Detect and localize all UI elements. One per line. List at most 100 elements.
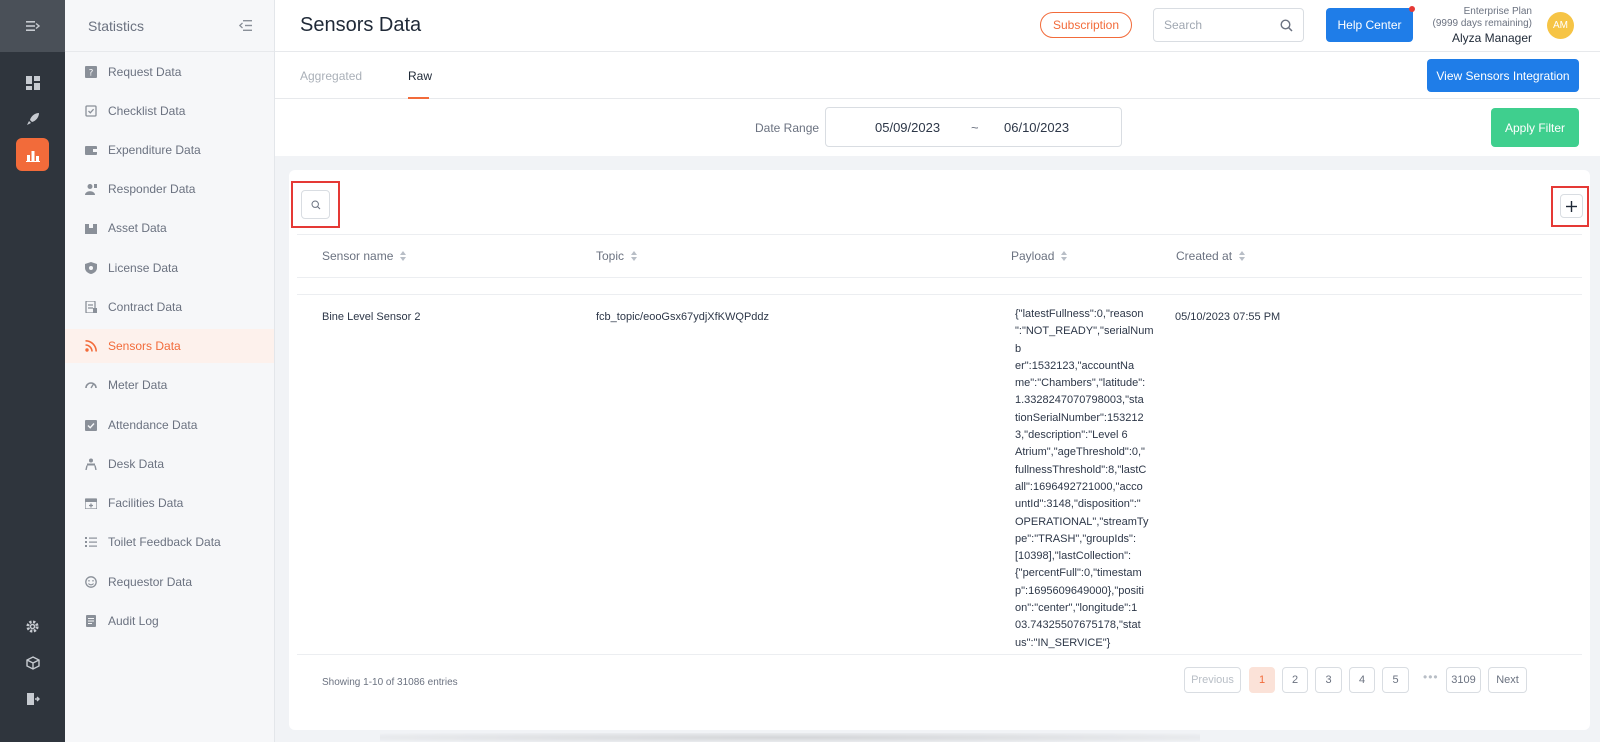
- payload-line: fullnessThreshold":8,"lastC: [1015, 463, 1147, 476]
- sidebar-item-label: Expenditure Data: [108, 143, 201, 157]
- payload-line: untId":3148,"disposition":": [1015, 498, 1141, 511]
- table-search-button[interactable]: [301, 190, 330, 219]
- sidebar-item-facilities-data[interactable]: Facilities Data: [65, 486, 274, 520]
- next-page-button[interactable]: Next: [1488, 667, 1527, 693]
- sidebar-item-contract-data[interactable]: Contract Data: [65, 290, 274, 324]
- add-button[interactable]: [1560, 194, 1583, 218]
- cell-sensor-name: Bine Level Sensor 2: [322, 311, 421, 323]
- column-header-sensor-name[interactable]: Sensor name: [322, 249, 407, 263]
- expand-menu-button[interactable]: [0, 0, 65, 52]
- previous-page-button[interactable]: Previous: [1184, 667, 1241, 693]
- sidebar-item-license-data[interactable]: License Data: [65, 251, 274, 285]
- sidebar-header: Statistics: [65, 0, 274, 52]
- help-center-button[interactable]: Help Center: [1326, 8, 1413, 42]
- checklist-icon: [85, 105, 97, 117]
- subscription-button[interactable]: Subscription: [1040, 12, 1132, 38]
- app-rail: [0, 0, 65, 742]
- sidebar-item-toilet-feedback-data[interactable]: Toilet Feedback Data: [65, 525, 274, 559]
- column-header-topic[interactable]: Topic: [596, 249, 638, 263]
- table-header: Sensor name Topic Payload Created at: [297, 234, 1582, 278]
- user-name: Alyza Manager: [1451, 31, 1532, 45]
- avatar[interactable]: AM: [1547, 12, 1574, 39]
- date-range-end[interactable]: 06/10/2023: [1004, 120, 1069, 135]
- sidebar-item-requestor-data[interactable]: Requestor Data: [65, 565, 274, 599]
- wallet-icon: [85, 144, 97, 156]
- page-button-last[interactable]: 3109: [1446, 667, 1481, 693]
- payload-line: on":"center","longitude":1: [1015, 602, 1138, 615]
- sidebar-item-expenditure-data[interactable]: Expenditure Data: [65, 133, 274, 167]
- rail-logout-button[interactable]: [16, 682, 49, 715]
- sidebar-item-label: Responder Data: [108, 182, 196, 196]
- calendar-icon: [85, 497, 97, 509]
- sidebar-item-asset-data[interactable]: Asset Data: [65, 211, 274, 245]
- column-header-payload[interactable]: Payload: [1011, 249, 1068, 263]
- collapse-sidebar-icon[interactable]: [239, 20, 252, 31]
- sidebar-item-label: Attendance Data: [108, 418, 198, 432]
- payload-line: 1.3328247070798003,"sta: [1015, 394, 1144, 407]
- plan-info: Enterprise Plan (9999 days remaining) Al…: [1420, 6, 1533, 46]
- plus-icon: [1566, 200, 1577, 212]
- payload-line: Atrium","ageThreshold":0,": [1015, 446, 1145, 459]
- svg-text:?: ?: [89, 69, 94, 79]
- search-input[interactable]: Search: [1153, 8, 1304, 42]
- sidebar-item-label: Audit Log: [108, 614, 159, 628]
- sidebar-item-label: Desk Data: [108, 457, 165, 471]
- payload-line: OPERATIONAL","streamTy: [1015, 515, 1149, 528]
- sidebar-item-responder-data[interactable]: Responder Data: [65, 172, 274, 206]
- page-button-4[interactable]: 4: [1349, 667, 1375, 693]
- sidebar-item-attendance-data[interactable]: Attendance Data: [65, 408, 274, 442]
- rail-dashboard-button[interactable]: [16, 66, 49, 99]
- tab-aggregated[interactable]: Aggregated: [300, 69, 362, 83]
- smile-icon: [85, 576, 97, 588]
- add-highlight: [1551, 186, 1589, 227]
- logout-icon: [26, 692, 40, 705]
- rss-icon: [85, 340, 97, 352]
- sidebar-title: Statistics: [88, 17, 145, 34]
- date-range-picker[interactable]: 05/09/2023 ~ 06/10/2023: [825, 107, 1122, 147]
- search-placeholder: Search: [1164, 18, 1203, 32]
- entries-count: Showing 1-10 of 31086 entries: [322, 677, 458, 688]
- rail-settings-button[interactable]: [16, 610, 49, 643]
- tab-bar: Aggregated Raw View Sensors Integration: [275, 52, 1600, 99]
- payload-line: {"percentFull":0,"timestam: [1015, 567, 1142, 580]
- sidebar-item-sensors-data[interactable]: Sensors Data: [65, 329, 274, 363]
- rocket-icon: [26, 112, 39, 125]
- view-sensors-integration-button[interactable]: View Sensors Integration: [1427, 59, 1579, 92]
- sidebar-item-desk-data[interactable]: Desk Data: [65, 447, 274, 481]
- shield-icon: [85, 262, 97, 274]
- row-divider: [297, 294, 1582, 295]
- pagination-ellipsis[interactable]: •••: [1423, 670, 1439, 684]
- page-button-5[interactable]: 5: [1382, 667, 1409, 693]
- page-button-1[interactable]: 1: [1249, 667, 1275, 693]
- sidebar-item-request-data[interactable]: ? Request Data: [65, 55, 274, 89]
- data-table-card: Sensor name Topic Payload Created at Bin…: [289, 170, 1590, 730]
- payload-line: p":1695609649000},"positi: [1015, 584, 1144, 597]
- sidebar-item-audit-log[interactable]: Audit Log: [65, 604, 274, 638]
- rail-statistics-button[interactable]: [16, 138, 49, 171]
- tab-raw[interactable]: Raw: [408, 69, 432, 83]
- question-square-icon: ?: [85, 66, 97, 78]
- page-button-2[interactable]: 2: [1282, 667, 1308, 693]
- menu-expand-icon: [25, 21, 40, 31]
- column-header-created-at[interactable]: Created at: [1176, 249, 1246, 263]
- payload-line: 3,"description":"Level 6: [1015, 429, 1128, 442]
- payload-line: pe":"TRASH","groupIds":: [1015, 532, 1137, 545]
- rail-package-button[interactable]: [16, 646, 49, 679]
- sidebar-item-label: Toilet Feedback Data: [108, 535, 221, 549]
- apply-filter-button[interactable]: Apply Filter: [1491, 108, 1579, 147]
- search-highlight: [291, 181, 340, 228]
- sidebar-item-checklist-data[interactable]: Checklist Data: [65, 94, 274, 128]
- audit-icon: [85, 615, 97, 627]
- plan-name: Enterprise Plan: [1463, 6, 1532, 17]
- rail-launch-button[interactable]: [16, 102, 49, 135]
- date-range-separator: ~: [971, 120, 979, 135]
- sidebar-item-label: Request Data: [108, 65, 182, 79]
- date-range-start[interactable]: 05/09/2023: [875, 120, 940, 135]
- sidebar-item-label: Sensors Data: [108, 339, 181, 353]
- list-icon: [85, 536, 97, 548]
- sidebar-item-meter-data[interactable]: Meter Data: [65, 368, 274, 402]
- sort-icon: [1239, 251, 1246, 261]
- gauge-icon: [85, 379, 97, 391]
- sort-icon: [631, 251, 638, 261]
- page-button-3[interactable]: 3: [1315, 667, 1342, 693]
